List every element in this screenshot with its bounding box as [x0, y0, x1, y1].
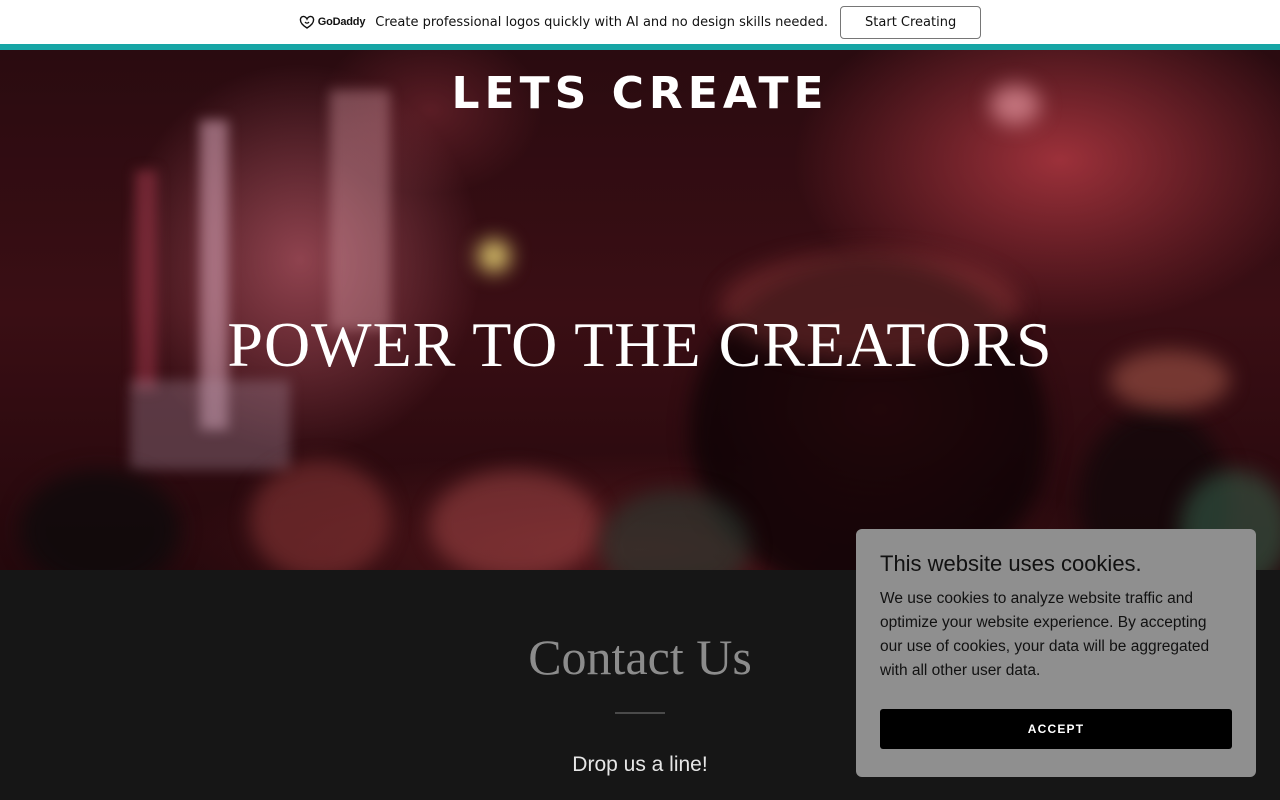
hero-tagline: POWER TO THE CREATORS [227, 309, 1053, 380]
accept-cookies-button[interactable]: ACCEPT [880, 709, 1232, 749]
promo-message: Create professional logos quickly with A… [375, 14, 829, 30]
godaddy-logo-icon [299, 15, 315, 29]
cookie-banner: This website uses cookies. We use cookie… [856, 529, 1256, 777]
contact-divider [615, 712, 665, 714]
godaddy-logo[interactable]: GoDaddy [299, 15, 366, 29]
start-creating-button[interactable]: Start Creating [840, 5, 982, 39]
site-title[interactable]: LETS CREATE [0, 68, 1280, 119]
cookie-title: This website uses cookies. [880, 551, 1142, 576]
cookie-text: We use cookies to analyze website traffi… [880, 590, 1210, 679]
promo-bar: GoDaddy Create professional logos quickl… [0, 0, 1280, 44]
hero-section: LETS CREATE POWER TO THE CREATORS [0, 50, 1280, 570]
godaddy-logo-text: GoDaddy [317, 16, 366, 28]
